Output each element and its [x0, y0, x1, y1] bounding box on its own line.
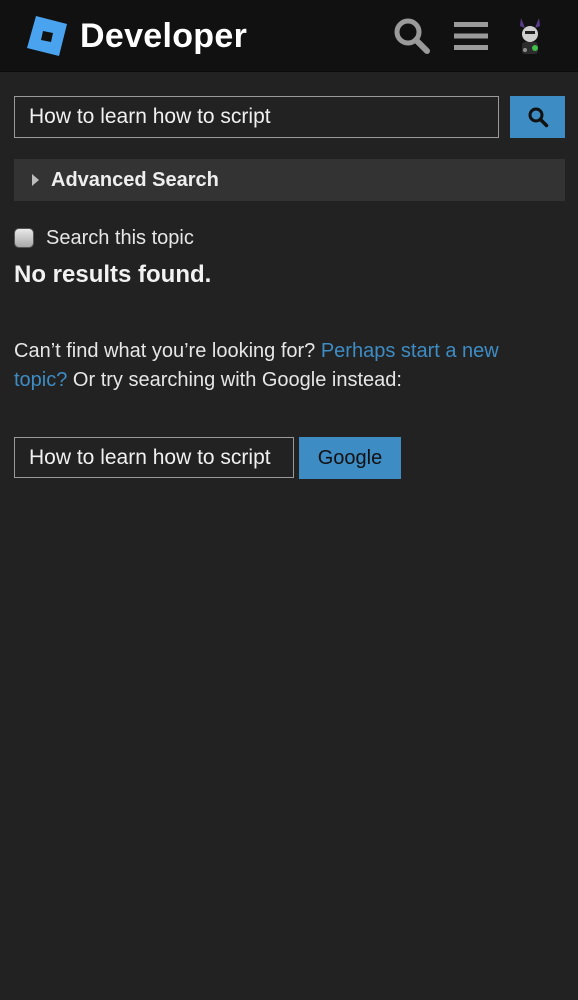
roblox-logo-icon[interactable]	[26, 15, 68, 57]
search-this-topic-label[interactable]: Search this topic	[46, 227, 194, 250]
user-avatar[interactable]	[510, 14, 550, 58]
search-submit-button[interactable]	[510, 96, 565, 138]
help-text-prefix: Can’t find what you’re looking for?	[14, 340, 321, 362]
google-search-button[interactable]: Google	[299, 437, 401, 479]
caret-right-icon	[32, 174, 39, 186]
site-title[interactable]: Developer	[80, 16, 247, 56]
help-text-suffix: Or try searching with Google instead:	[67, 369, 402, 391]
no-results-message: No results found.	[14, 261, 212, 288]
top-header: Developer	[0, 0, 578, 72]
hamburger-menu-button[interactable]	[450, 14, 492, 58]
search-this-topic-checkbox[interactable]	[14, 228, 34, 248]
google-search-input[interactable]	[14, 437, 294, 478]
hamburger-menu-icon	[454, 22, 488, 50]
help-text: Can’t find what you’re looking for? Perh…	[14, 337, 554, 395]
advanced-search-toggle[interactable]: Advanced Search	[14, 159, 565, 201]
search-bar	[14, 96, 565, 138]
search-icon	[528, 107, 548, 128]
advanced-search-label: Advanced Search	[51, 168, 219, 191]
search-this-topic-row: Search this topic	[14, 224, 194, 252]
search-icon	[394, 18, 430, 54]
header-search-button[interactable]	[390, 14, 434, 58]
search-input[interactable]	[14, 96, 499, 138]
